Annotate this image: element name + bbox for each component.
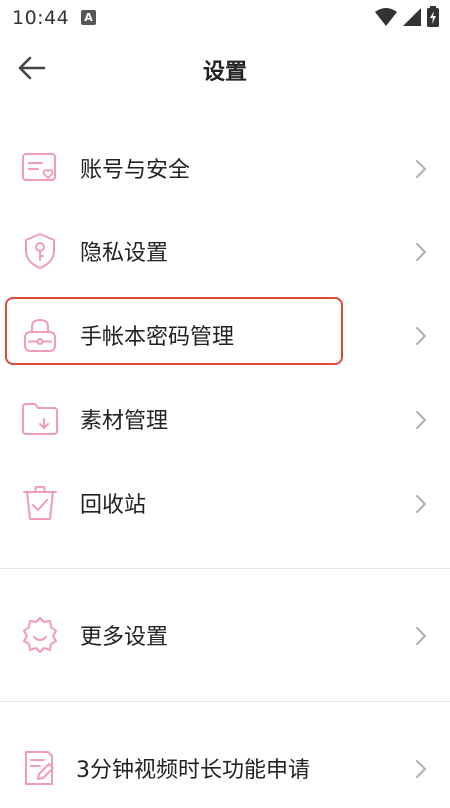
privacy-shield-key-icon <box>25 233 55 269</box>
menu-item-label: 回收站 <box>80 493 147 518</box>
status-icons <box>374 6 440 28</box>
menu-item-label: 素材管理 <box>80 409 169 434</box>
menu-item-journal-password[interactable]: 手帐本密码管理 <box>0 295 450 375</box>
status-bar: 10:44 A <box>0 0 450 36</box>
menu-item-privacy-settings[interactable]: 隐私设置 <box>0 211 450 291</box>
menu-item-label: 账号与安全 <box>80 158 191 183</box>
menu-item-more-settings[interactable]: 更多设置 <box>0 595 450 675</box>
navigation-bar: 设置 <box>0 36 450 104</box>
folder-icon <box>22 403 58 435</box>
wifi-icon <box>375 8 397 26</box>
chevron-right-icon <box>416 243 426 261</box>
chevron-right-icon <box>416 327 426 345</box>
menu-item-label: 更多设置 <box>80 625 169 650</box>
battery-icon <box>427 6 439 27</box>
chevron-right-icon <box>416 160 426 178</box>
signal-icon <box>403 8 421 26</box>
chevron-right-icon <box>416 760 426 778</box>
chevron-right-icon <box>416 411 426 429</box>
account-card-icon <box>22 153 56 181</box>
chevron-right-icon <box>416 495 426 513</box>
section-divider <box>0 568 450 569</box>
menu-item-label: 隐私设置 <box>80 241 169 266</box>
menu-item-video-duration-application[interactable]: 3分钟视频时长功能申请 <box>0 728 450 808</box>
page-title: 设置 <box>202 60 247 85</box>
section-divider <box>0 701 450 702</box>
notification-badge-icon: A <box>81 10 96 25</box>
menu-item-label: 3分钟视频时长功能申请 <box>76 758 310 783</box>
lock-icon <box>24 318 56 352</box>
status-time: 10:44 <box>12 7 70 29</box>
document-edit-icon <box>25 751 54 785</box>
gear-icon <box>23 617 57 653</box>
chevron-right-icon <box>416 627 426 645</box>
menu-item-material-management[interactable]: 素材管理 <box>0 379 450 459</box>
trash-bin-icon <box>23 486 57 520</box>
menu-item-recycle-bin[interactable]: 回收站 <box>0 463 450 543</box>
menu-item-account-security[interactable]: 账号与安全 <box>0 128 450 208</box>
menu-item-label: 手帐本密码管理 <box>80 325 235 350</box>
